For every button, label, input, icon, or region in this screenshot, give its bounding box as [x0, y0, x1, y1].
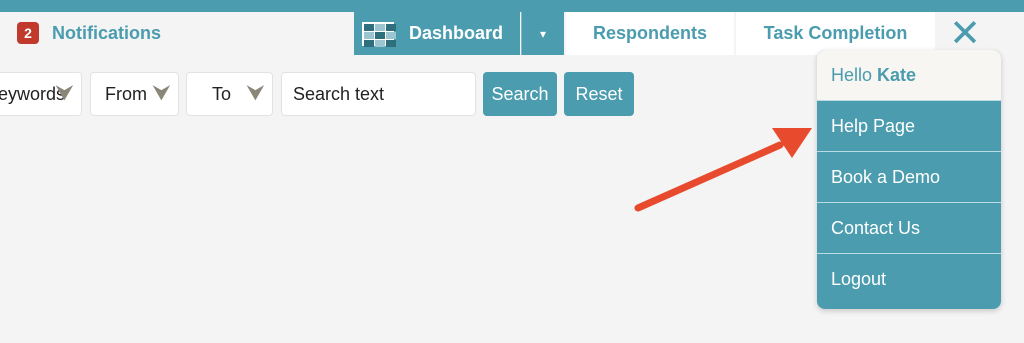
- page: 2 Notifications Dashboard ▾ Respondents …: [0, 0, 1024, 343]
- annotation-arrow: [634, 128, 812, 212]
